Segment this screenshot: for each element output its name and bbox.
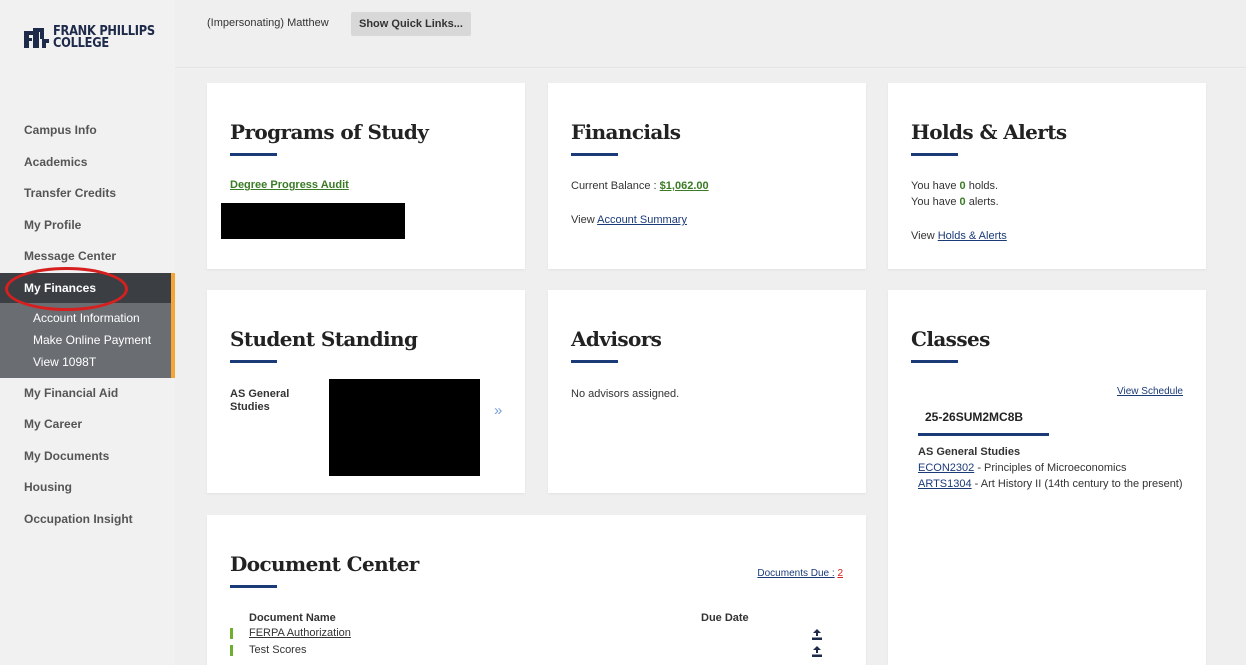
term-label: 25-26SUM2MC8B [925,410,1024,424]
classes-card: Classes View Schedule 25-26SUM2MC8B AS G… [888,290,1206,665]
program-line2: Studies [230,401,270,413]
document-link[interactable]: FERPA Authorization [249,627,351,639]
sidebar-item-transfer-credits[interactable]: Transfer Credits [0,178,175,210]
program-line1: AS General [230,388,290,400]
document-center-card: Document Center Documents Due : 2 Docume… [207,515,866,665]
col-document-name: Document Name [249,612,336,624]
holds-prefix: You have [911,180,957,192]
submenu-item-view-1098t[interactable]: View 1098T [0,351,171,373]
course-name: - Principles of Microeconomics [974,462,1127,474]
sidebar-item-my-profile[interactable]: My Profile [0,210,175,242]
balance-value-link[interactable]: $1,062.00 [660,180,709,192]
title-underline [911,360,958,363]
degree-progress-audit-link[interactable]: Degree Progress Audit [230,179,349,191]
status-bar [230,645,233,656]
redacted-box [221,203,405,239]
no-advisors-message: No advisors assigned. [571,388,680,400]
sidebar-nav: Campus Info Academics Transfer Credits M… [0,115,175,535]
holds-alerts-card: Holds & Alerts You have 0 holds. You hav… [888,83,1206,269]
submenu-item-account-information[interactable]: Account Information [0,307,171,329]
current-balance-row: Current Balance : $1,062.00 [571,180,709,192]
sidebar-item-campus-info[interactable]: Campus Info [0,115,175,147]
alerts-prefix: You have [911,196,957,208]
document-name: Test Scores [249,644,307,656]
course-code-link[interactable]: ARTS1304 [918,478,972,490]
card-title: Student Standing [230,327,418,351]
view-label: View [571,214,595,226]
card-title: Classes [911,327,990,351]
balance-label: Current Balance : [571,180,657,192]
table-row: FERPA Authorization [230,627,850,643]
sidebar-item-academics[interactable]: Academics [0,147,175,179]
holds-view-row: View Holds & Alerts [911,230,1007,242]
finances-submenu: Account Information Make Online Payment … [0,302,175,378]
upload-icon[interactable] [812,629,822,640]
top-bar: (Impersonating) Matthew Show Quick Links… [175,0,1246,68]
title-underline [230,585,277,588]
class-program: AS General Studies [918,446,1021,458]
status-bar [230,628,233,639]
dashboard: Programs of Study Degree Progress Audit … [175,69,1246,665]
account-summary-link[interactable]: Account Summary [597,214,687,226]
sidebar-item-my-finances[interactable]: My Finances [0,272,175,303]
chevron-right-icon[interactable]: » [494,402,502,419]
account-summary-row: View Account Summary [571,214,687,226]
logo-text: FRANK PHILLIPS COLLEGE [53,25,155,51]
view-label: View [911,230,935,242]
card-title: Financials [571,120,681,144]
student-standing-card: Student Standing AS General Studies » [207,290,525,493]
holds-suffix: holds. [968,180,999,192]
class-item: ECON2302 - Principles of Microeconomics [918,460,1188,476]
card-title: Holds & Alerts [911,120,1067,144]
title-underline [571,153,618,156]
alerts-count: 0 [959,196,966,208]
card-title: Programs of Study [230,120,429,144]
financials-card: Financials Current Balance : $1,062.00 V… [548,83,866,269]
class-item: ARTS1304 - Art History II (14th century … [918,476,1188,492]
holds-count: 0 [959,180,966,192]
submenu-item-make-online-payment[interactable]: Make Online Payment [0,329,171,351]
card-title: Document Center [230,552,419,576]
logo-line2: COLLEGE [53,36,109,51]
title-underline [911,153,958,156]
sidebar-item-occupation-insight[interactable]: Occupation Insight [0,504,175,536]
col-due-date: Due Date [701,612,749,624]
holds-alerts-link[interactable]: Holds & Alerts [938,230,1007,242]
show-quick-links-button[interactable]: Show Quick Links... [351,12,471,36]
card-title: Advisors [571,327,662,351]
course-name: - Art History II (14th century to the pr… [971,478,1183,490]
documents-due-count[interactable]: 2 [837,568,843,579]
sidebar-item-my-documents[interactable]: My Documents [0,441,175,473]
holds-count-row: You have 0 holds. [911,180,998,192]
class-list: AS General Studies ECON2302 - Principles… [918,444,1188,492]
redacted-box [329,379,480,476]
sidebar-item-message-center[interactable]: Message Center [0,241,175,273]
title-underline [571,360,618,363]
standing-program: AS General Studies [230,388,289,414]
upload-icon[interactable] [812,646,822,657]
documents-due[interactable]: Documents Due : 2 [757,568,843,579]
alerts-count-row: You have 0 alerts. [911,196,999,208]
alerts-suffix: alerts. [968,196,999,208]
programs-of-study-card: Programs of Study Degree Progress Audit [207,83,525,269]
advisors-card: Advisors No advisors assigned. [548,290,866,493]
documents-due-link[interactable]: Documents Due : [757,568,834,579]
title-underline [230,153,277,156]
sidebar: FRANK PHILLIPS COLLEGE Campus Info Acade… [0,0,175,665]
college-logo[interactable]: FRANK PHILLIPS COLLEGE [23,25,169,51]
sidebar-item-my-career[interactable]: My Career [0,409,175,441]
view-schedule-link[interactable]: View Schedule [1117,386,1183,397]
sidebar-item-housing[interactable]: Housing [0,472,175,504]
table-row: Test Scores [230,644,850,660]
sidebar-item-my-financial-aid[interactable]: My Financial Aid [0,378,175,410]
term-tab[interactable]: 25-26SUM2MC8B [918,405,1049,436]
impersonating-label: (Impersonating) Matthew [207,17,329,29]
course-code-link[interactable]: ECON2302 [918,462,974,474]
fpc-logo-icon [24,28,49,48]
title-underline [230,360,277,363]
